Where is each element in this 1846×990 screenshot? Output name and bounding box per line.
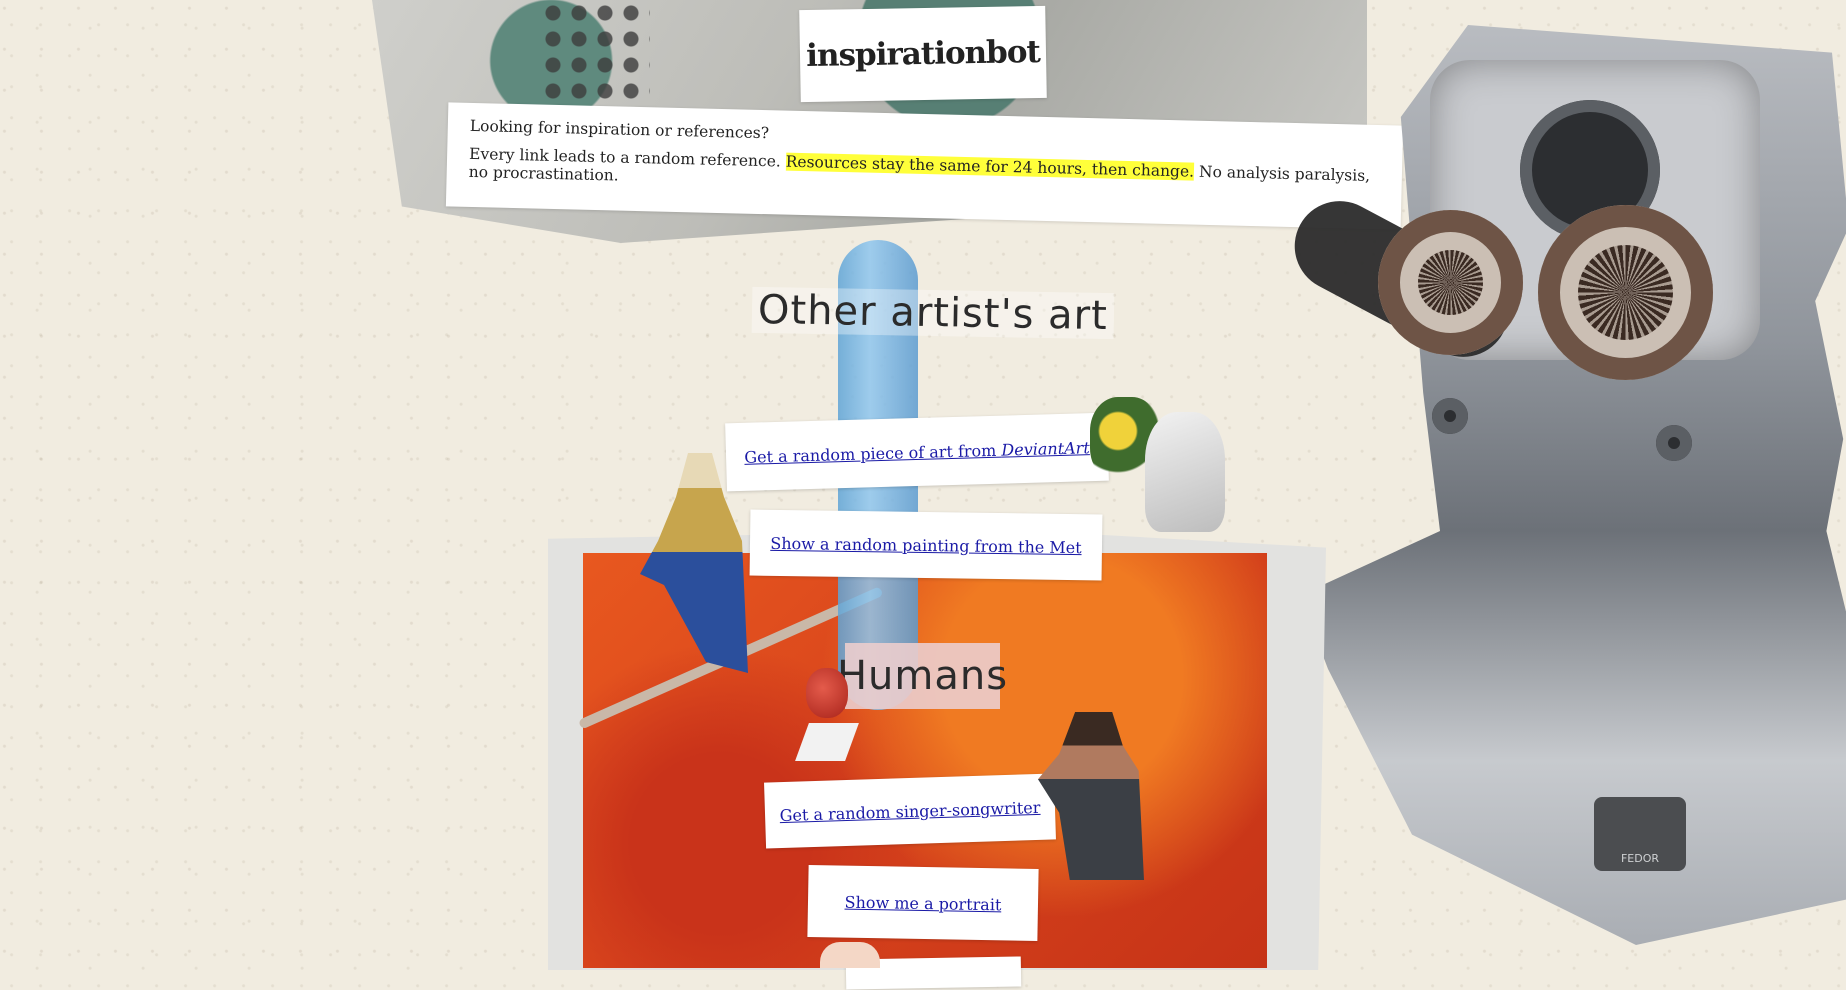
portrait-link[interactable]: Show me a portrait [844, 892, 1001, 914]
met-painting-link-card: Show a random painting from the Met [749, 509, 1103, 581]
singer-songwriter-link-card: Get a random singer-songwriter [764, 773, 1056, 849]
bust-with-flowers-cutout [1090, 397, 1240, 537]
intro-highlight: Resources stay the same for 24 hours, th… [785, 152, 1195, 181]
robot-light-left [1432, 398, 1468, 434]
gear-icon [1378, 210, 1523, 355]
heart-model [806, 668, 848, 718]
robot-nameplate-text: FEDOR [1620, 852, 1660, 865]
polka-dot-decoration [540, 0, 650, 110]
singer-songwriter-link[interactable]: Get a random singer-songwriter [779, 797, 1040, 824]
section-heading-humans: Humans [837, 643, 1007, 709]
site-title: inspirationbot [805, 33, 1041, 75]
met-painting-link[interactable]: Show a random painting from the Met [770, 533, 1082, 556]
deviantart-link-card: Get a random piece of art from DeviantAr… [725, 412, 1109, 492]
section-heading-other-artists: Other artist's art [751, 286, 1115, 340]
portrait-link-card: Show me a portrait [807, 864, 1039, 942]
deviantart-link-label: Get a random piece of art from [744, 440, 997, 467]
heart-stand [795, 723, 859, 761]
deviantart-link-brand: DeviantArt [1001, 437, 1090, 460]
deviantart-link[interactable]: Get a random piece of art from DeviantAr… [744, 438, 1090, 467]
hand-cutout [820, 942, 880, 968]
site-title-card: inspirationbot [799, 5, 1047, 103]
robot-light-right [1656, 425, 1692, 461]
marble-bust [1145, 412, 1225, 532]
robot-nameplate: FEDOR [1594, 797, 1686, 871]
anatomical-heart-cutout [795, 668, 859, 763]
gear-icon [1538, 205, 1713, 380]
